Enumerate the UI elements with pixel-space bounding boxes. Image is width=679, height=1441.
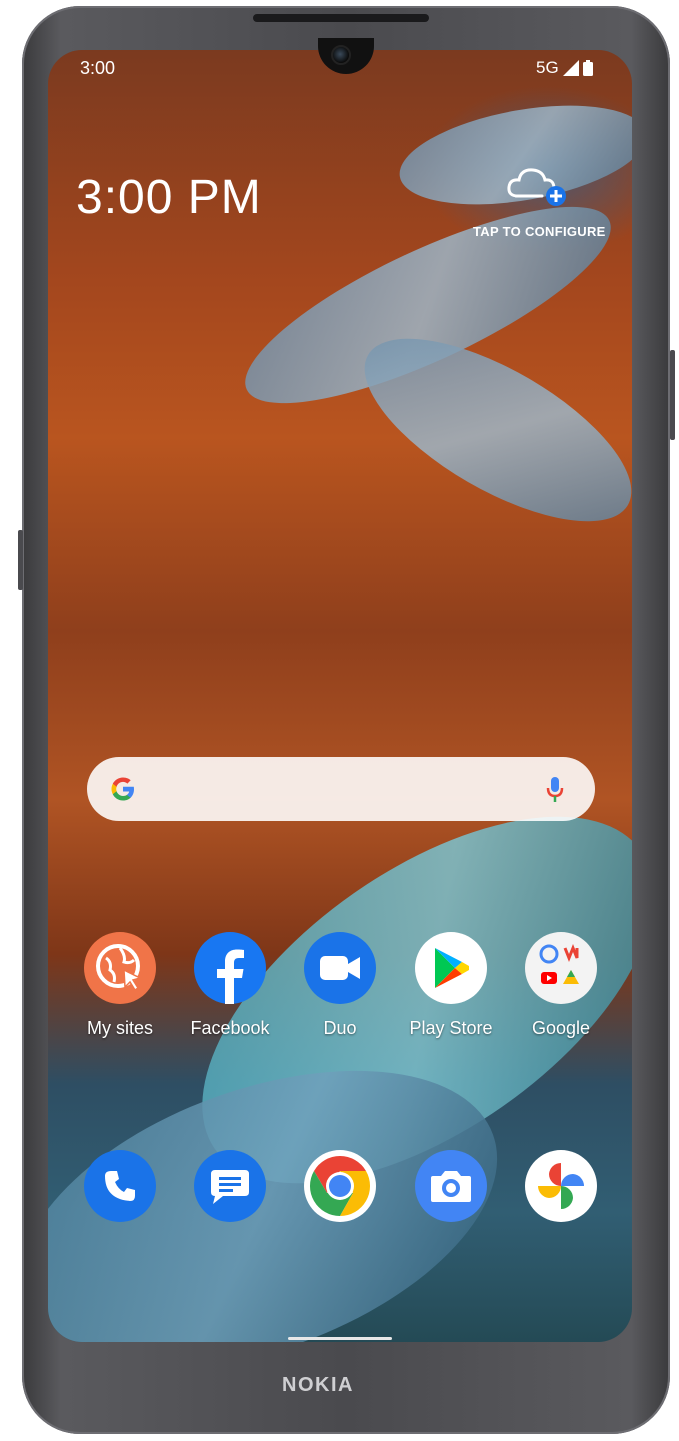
facebook-icon <box>194 932 266 1004</box>
volume-button <box>670 350 675 440</box>
assistant-button <box>18 530 23 590</box>
microphone-icon[interactable] <box>545 775 565 805</box>
weather-cloud-icon[interactable] <box>506 162 566 208</box>
dock-phone[interactable] <box>65 1150 175 1222</box>
phone-icon <box>84 1150 156 1222</box>
status-icons: 5G <box>536 58 593 78</box>
video-camera-icon <box>304 932 376 1004</box>
device-brand-logo: NOKIA <box>282 1374 354 1396</box>
google-folder-icon <box>525 932 597 1004</box>
play-store-icon <box>415 932 487 1004</box>
camera-icon <box>415 1150 487 1222</box>
app-facebook[interactable]: Facebook <box>175 932 285 1039</box>
app-google-folder[interactable]: Google <box>506 932 616 1039</box>
app-duo[interactable]: Duo <box>285 932 395 1039</box>
earpiece-speaker <box>253 14 429 22</box>
dock-messages[interactable] <box>175 1150 285 1222</box>
app-label: Play Store <box>409 1018 493 1038</box>
google-g-icon <box>111 777 134 801</box>
photos-icon <box>525 1150 597 1222</box>
google-search-bar[interactable] <box>87 757 595 821</box>
app-label: My sites <box>86 1018 153 1038</box>
app-label: Duo <box>323 1018 357 1038</box>
home-screen <box>48 50 632 1342</box>
app-my-sites[interactable]: My sites <box>65 932 175 1039</box>
dock-chrome[interactable] <box>285 1150 395 1222</box>
clock-widget[interactable]: 3:00 PM <box>76 170 262 225</box>
chrome-icon <box>304 1150 376 1222</box>
app-label: Google <box>531 1018 591 1038</box>
dock-camera[interactable] <box>396 1150 506 1222</box>
front-camera <box>331 45 351 65</box>
app-label: Facebook <box>190 1018 270 1038</box>
messages-icon <box>194 1150 266 1222</box>
battery-icon <box>582 60 593 76</box>
globe-cursor-icon <box>84 932 156 1004</box>
status-time: 3:00 <box>80 58 116 78</box>
app-play-store[interactable]: Play Store <box>396 932 506 1039</box>
signal-icon <box>562 60 579 76</box>
dock-photos[interactable] <box>506 1150 616 1222</box>
gesture-nav-bar[interactable] <box>288 1337 392 1340</box>
network-type: 5G <box>536 58 559 77</box>
weather-configure-label[interactable]: TAP TO CONFIGURE <box>473 224 606 239</box>
